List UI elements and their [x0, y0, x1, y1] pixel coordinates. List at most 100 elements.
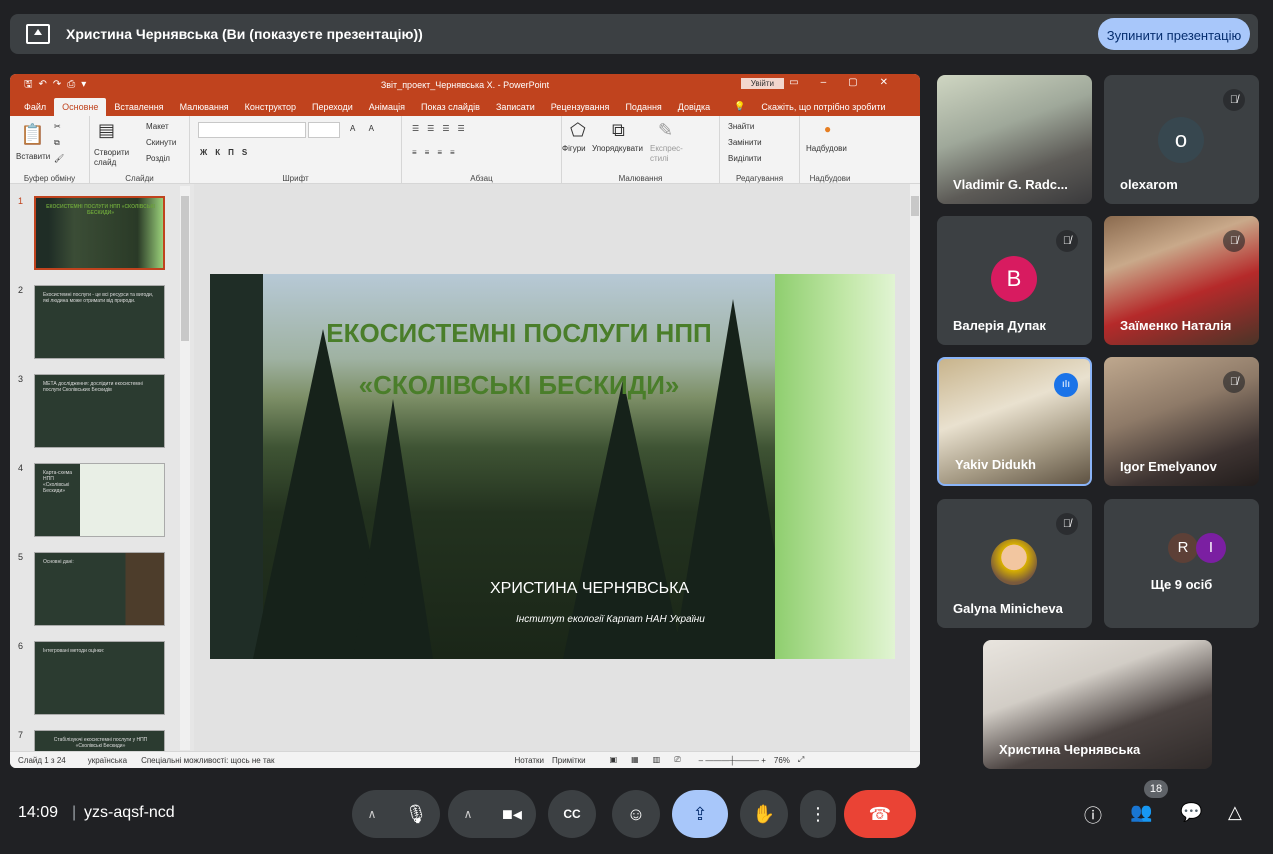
tab-design[interactable]: Конструктор	[237, 102, 304, 116]
slide-thumbnail[interactable]: Екосистемні послуги - це всі ресурси та …	[34, 285, 165, 359]
format-painter-icon[interactable]: 🖌	[54, 154, 64, 163]
section-button[interactable]: Розділ	[146, 154, 170, 163]
slide-thumbnail[interactable]: ЕКОСИСТЕМНІ ПОСЛУГИ НПП «СКОЛІВСЬКІ БЕСК…	[34, 196, 165, 270]
chevron-up-icon[interactable]: ∧	[448, 790, 488, 838]
tab-review[interactable]: Рецензування	[543, 102, 618, 116]
quick-styles-button[interactable]: Експрес-стилі	[650, 144, 690, 164]
chevron-up-icon[interactable]: ∧	[352, 790, 392, 838]
addins-group: ● Надбудови Надбудови	[800, 116, 860, 184]
language-indicator[interactable]: українська	[88, 756, 127, 765]
tab-home[interactable]: Основне	[54, 98, 107, 116]
copy-icon[interactable]: ⧉	[54, 138, 60, 148]
font-family-select[interactable]	[198, 122, 306, 138]
meeting-details-icon[interactable]: ⓘ	[1084, 802, 1102, 828]
addins-icon[interactable]: ●	[824, 122, 831, 136]
notes-button[interactable]: Нотатки	[514, 756, 544, 765]
raise-hand-button[interactable]: ✋	[740, 790, 788, 838]
tab-animations[interactable]: Анімація	[361, 102, 413, 116]
participant-tile[interactable]: Vladimir G. Radc...	[937, 75, 1092, 204]
arrange-icon[interactable]: ⧉	[612, 120, 625, 141]
tab-transitions[interactable]: Переходи	[304, 102, 361, 116]
participant-tile[interactable]: 🎙̸ Igor Emelyanov	[1104, 357, 1259, 486]
tab-view[interactable]: Подання	[617, 102, 669, 116]
participant-tile[interactable]: 🎙̸ o olexarom	[1104, 75, 1259, 204]
microphone-icon[interactable]: 🎙	[392, 790, 440, 838]
end-call-button[interactable]: ☎	[844, 790, 916, 838]
quick-styles-icon[interactable]: ✎	[658, 120, 673, 141]
paste-button[interactable]: Вставити	[16, 152, 50, 161]
self-view-tile[interactable]: Христина Чернявська	[983, 640, 1212, 769]
speaking-indicator-icon: ıIı	[1054, 373, 1078, 397]
font-format-buttons[interactable]: ЖКПS	[200, 148, 255, 157]
microphone-control[interactable]: ∧ 🎙	[352, 790, 440, 838]
layout-button[interactable]: Макет	[146, 122, 169, 131]
tell-me-search[interactable]: Скажіть, що потрібно зробити	[753, 102, 893, 116]
shapes-button[interactable]: Фігури	[562, 144, 586, 153]
slide-thumbnail[interactable]: МЕТА дослідження: дослідити екосистемні …	[34, 374, 165, 448]
tab-record[interactable]: Записати	[488, 102, 543, 116]
replace-button[interactable]: Замінити	[728, 138, 762, 147]
tab-help[interactable]: Довідка	[670, 102, 718, 116]
tab-draw[interactable]: Малювання	[172, 102, 237, 116]
addins-button[interactable]: Надбудови	[806, 144, 847, 153]
window-controls[interactable]: ▭–▢✕	[789, 77, 910, 88]
accessibility-status[interactable]: Спеціальні можливості: щось не так	[141, 756, 274, 765]
more-options-button[interactable]: ⋮	[800, 790, 836, 838]
scrollbar-thumb[interactable]	[911, 196, 919, 216]
slide-institute: Інститут екології Карпат НАН України	[516, 614, 705, 625]
slide-thumbnail[interactable]: Карта-схема НПП «Сколівські Бескиди»	[34, 463, 165, 537]
new-slide-icon[interactable]: ▤	[98, 120, 115, 141]
present-screen-button[interactable]: ⇪	[672, 790, 728, 838]
camera-control[interactable]: ∧ ■◂	[448, 790, 536, 838]
zoom-level[interactable]: 76%	[774, 756, 790, 765]
shapes-icon[interactable]: ⬠	[570, 120, 586, 141]
canvas-scrollbar[interactable]	[910, 184, 920, 751]
tab-slideshow[interactable]: Показ слайдів	[413, 102, 488, 116]
emoji-reactions-button[interactable]: ☺	[612, 790, 660, 838]
select-button[interactable]: Виділити	[728, 154, 762, 163]
participant-tile-active-speaker[interactable]: ıIı Yakiv Didukh	[937, 357, 1092, 486]
thumb-text: Екосистемні послуги - це всі ресурси та …	[43, 292, 154, 304]
more-participants-tile[interactable]: R I Ще 9 осіб	[1104, 499, 1259, 628]
stop-presenting-button[interactable]: Зупинити презентацію	[1098, 18, 1250, 50]
participant-tile[interactable]: 🎙̸ Заїменко Наталія	[1104, 216, 1259, 345]
view-buttons[interactable]: ▣▦▥⎚	[610, 755, 695, 765]
scrollbar-thumb[interactable]	[181, 196, 189, 341]
new-slide-button[interactable]: Створити слайд	[94, 148, 134, 168]
align-buttons[interactable]: ≡≡≡≡	[412, 148, 463, 157]
current-slide[interactable]: ЕКОСИСТЕМНІ ПОСЛУГИ НПП «СКОЛІВСЬКІ БЕСК…	[210, 274, 895, 659]
tab-file[interactable]: Файл	[16, 102, 54, 116]
reset-button[interactable]: Скинути	[146, 138, 176, 147]
thumbnail-scrollbar[interactable]	[180, 186, 190, 750]
status-bar: Слайд 1 з 24 українська Спеціальні можли…	[10, 751, 920, 768]
participant-tile[interactable]: 🎙̸ В Валерія Дупак	[937, 216, 1092, 345]
group-label: Надбудови	[809, 174, 851, 183]
font-size-select[interactable]	[308, 122, 340, 138]
activities-icon[interactable]: △	[1228, 802, 1242, 823]
paragraph-group: ☰☰☰☰ ≡≡≡≡ Абзац	[402, 116, 562, 184]
chat-icon[interactable]: 💬	[1180, 802, 1202, 823]
slide-thumbnail[interactable]: Основні дані:	[34, 552, 165, 626]
clipboard-group: 📋 Вставити ✂ ⧉ 🖌 Буфер обміну	[10, 116, 90, 184]
participant-tile[interactable]: 🎙̸ Galyna Minicheva	[937, 499, 1092, 628]
slide-title-line2: «СКОЛІВСЬКІ БЕСКИДИ»	[358, 370, 680, 400]
find-button[interactable]: Знайти	[728, 122, 754, 131]
zoom-slider[interactable]: – ———┼——— +	[699, 756, 766, 765]
fit-to-window-icon[interactable]: ⤢	[798, 755, 804, 765]
sign-in-button[interactable]: Увійти	[740, 78, 784, 89]
group-label: Абзац	[470, 174, 493, 183]
tab-insert[interactable]: Вставлення	[106, 102, 171, 116]
font-size-adjust-buttons[interactable]: A A	[350, 124, 380, 133]
captions-button[interactable]: CC	[548, 790, 596, 838]
list-buttons[interactable]: ☰☰☰☰	[412, 124, 473, 133]
paste-icon[interactable]: 📋	[20, 122, 45, 147]
people-icon[interactable]: 👥	[1130, 802, 1152, 823]
comments-button[interactable]: Примітки	[552, 756, 586, 765]
cut-icon[interactable]: ✂	[54, 122, 61, 131]
arrange-button[interactable]: Упорядкувати	[592, 144, 643, 153]
meeting-controls-bar: 14:09 | yzs-aqsf-ncd ∧ 🎙 ∧ ■◂ CC ☺ ⇪ ✋ ⋮…	[0, 780, 1273, 854]
slide-thumbnail[interactable]: Стабілізуючі екосистемні послуги у НПП «…	[34, 730, 165, 751]
thumb-number: 3	[18, 374, 24, 384]
slide-thumbnail[interactable]: Інтегровані методи оцінки:	[34, 641, 165, 715]
camera-icon[interactable]: ■◂	[488, 790, 536, 838]
